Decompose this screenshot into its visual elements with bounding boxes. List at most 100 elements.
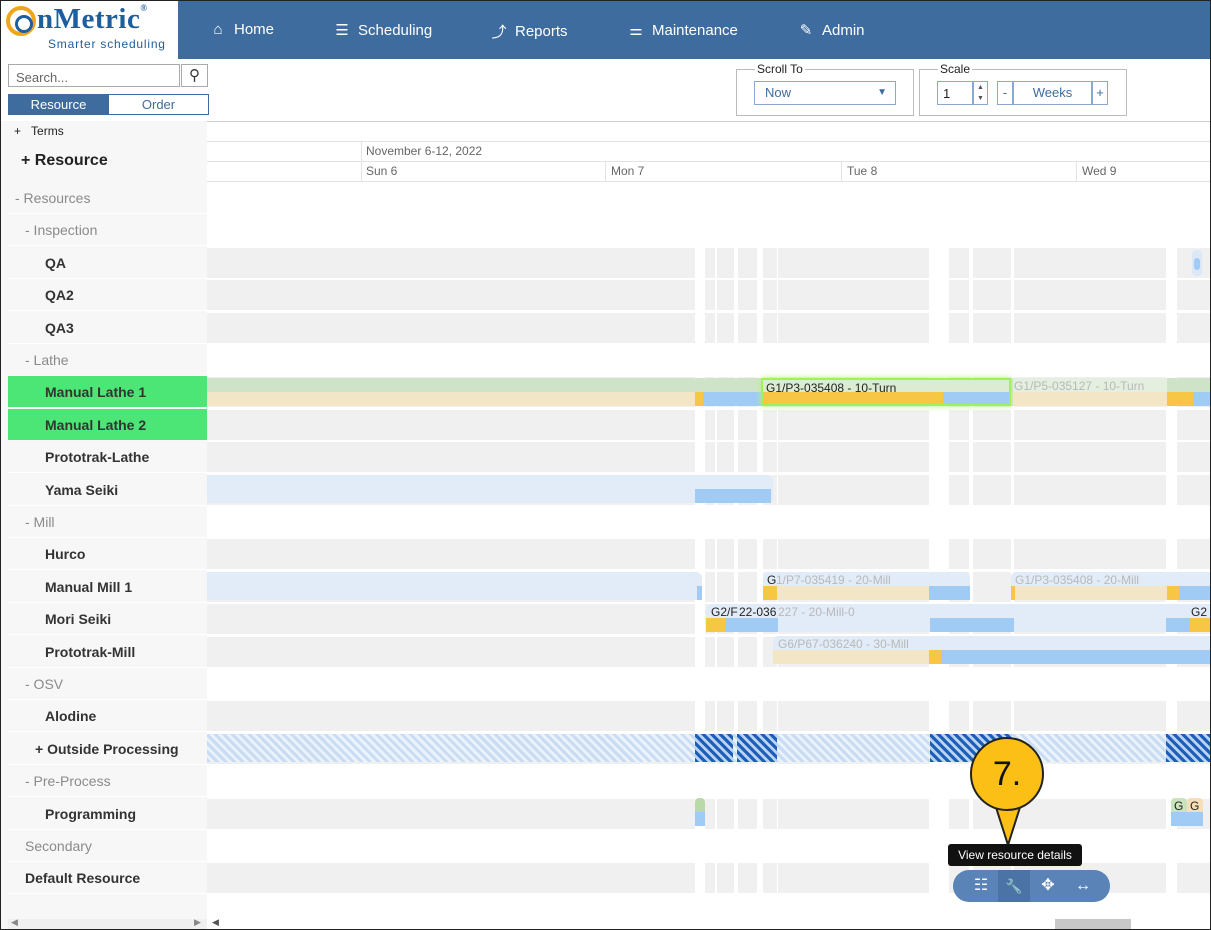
list-details-button[interactable]: ☷: [965, 870, 997, 902]
nav-maintenance-label: Maintenance: [652, 21, 738, 39]
day-tick: [605, 161, 606, 181]
timeline-scrollbar-thumb[interactable]: [1055, 919, 1131, 929]
job-g1-p7-035419-mill[interactable]: G 1/P7-035419 - 20-Mill: [763, 572, 970, 600]
resource-row[interactable]: Manual Lathe 1: [8, 376, 207, 408]
resource-row[interactable]: Yama Seiki: [8, 474, 207, 506]
job-g1-p5-035127-turn[interactable]: G1/P5-035127 - 10-Turn: [1013, 378, 1167, 406]
search-input[interactable]: Search...: [8, 64, 180, 87]
resource-row[interactable]: - Inspection: [8, 214, 207, 246]
resource-row[interactable]: + Outside Processing: [8, 733, 207, 765]
resource-lane: [738, 410, 757, 440]
job-programming-g[interactable]: G: [1171, 798, 1187, 826]
resource-column-header[interactable]: + Resource: [21, 152, 108, 170]
job-bar[interactable]: [1192, 250, 1202, 276]
move-button[interactable]: ✥: [1032, 870, 1064, 902]
search-button[interactable]: ⚲: [181, 64, 208, 87]
resource-lane: [738, 442, 757, 472]
resource-lane: [1014, 410, 1166, 440]
nav-reports-label: Reports: [515, 23, 568, 40]
resource-lane: [1177, 701, 1210, 731]
resource-lane: [717, 863, 734, 893]
resource-row[interactable]: - OSV: [8, 668, 207, 700]
nav-admin-label: Admin: [822, 21, 865, 39]
job-g1-p3-035408-mill[interactable]: G1/P3-035408 - 20-Mill: [1011, 572, 1210, 600]
resource-row[interactable]: Programming: [8, 798, 207, 830]
resource-row[interactable]: Hurco: [8, 538, 207, 570]
terms-toggle[interactable]: + Terms: [14, 124, 64, 138]
scroll-to-select[interactable]: Now ▼: [754, 81, 896, 105]
resource-row[interactable]: QA3: [8, 312, 207, 344]
job-progress-segment: [706, 618, 726, 632]
job-bar-segment: [1193, 392, 1210, 406]
nav-scheduling[interactable]: ☰ Scheduling: [333, 21, 432, 40]
tab-resource[interactable]: Resource: [8, 94, 109, 115]
job-yama-seiki[interactable]: [207, 475, 773, 503]
nav-admin[interactable]: ✎ Admin: [797, 21, 865, 40]
resource-lane: [1014, 313, 1166, 343]
scale-number-input[interactable]: 1: [937, 81, 973, 105]
resource-row[interactable]: Default Resource: [8, 862, 207, 894]
week-tick: [361, 141, 362, 181]
resource-row[interactable]: Manual Lathe 2: [8, 409, 207, 441]
resource-lane: [738, 313, 757, 343]
nav-reports[interactable]: ⤴ Reports: [490, 21, 568, 42]
resource-row[interactable]: QA2: [8, 279, 207, 311]
resource-row[interactable]: - Resources: [8, 182, 207, 214]
resource-lane: [738, 280, 757, 310]
scroll-right-icon[interactable]: ▶: [194, 917, 201, 928]
job-bar[interactable]: [695, 798, 705, 826]
resource-row[interactable]: Prototrak-Lathe: [8, 441, 207, 473]
resource-row[interactable]: Secondary: [8, 830, 207, 862]
resource-lane: [949, 799, 969, 829]
job-bar[interactable]: [207, 572, 702, 600]
job-label: 1/P7-035419 - 20-Mill: [776, 573, 891, 587]
resource-row[interactable]: Manual Mill 1: [8, 571, 207, 603]
job-progress-segment: [697, 586, 702, 600]
resource-lane: [973, 442, 1011, 472]
resource-lane: [778, 442, 929, 472]
step-callout-badge: 7.: [970, 737, 1044, 811]
reports-chart-icon: ⤴: [491, 24, 507, 41]
resource-row[interactable]: Prototrak-Mill: [8, 636, 207, 668]
scale-spinner[interactable]: ▲ ▼: [973, 81, 988, 105]
resource-lane: [778, 313, 929, 343]
resource-lane: [705, 442, 715, 472]
resource-row[interactable]: - Pre-Process: [8, 765, 207, 797]
resource-lane: [763, 701, 777, 731]
scale-plus-button[interactable]: +: [1092, 81, 1108, 105]
resource-row[interactable]: Alodine: [8, 700, 207, 732]
resource-lane: [705, 280, 715, 310]
job-progress-segment: [1015, 586, 1167, 600]
resource-lane: [207, 604, 695, 634]
nav-home[interactable]: ⌂ Home: [209, 21, 274, 38]
resource-row[interactable]: - Lathe: [8, 344, 207, 376]
job-mori-seiki-mill[interactable]: G2/F 22-036 227 - 20-Mill-0 G2: [706, 604, 1210, 632]
spinner-up-icon: ▲: [977, 84, 984, 91]
left-scrollbar[interactable]: [8, 919, 207, 929]
tab-order[interactable]: Order: [108, 94, 209, 115]
resource-row[interactable]: Mori Seiki: [8, 603, 207, 635]
job-bar[interactable]: [207, 392, 695, 406]
resource-lane: [763, 410, 777, 440]
view-resource-details-button[interactable]: 🔧: [998, 870, 1030, 902]
job-g6-p67-036240-mill[interactable]: G6/P67-036240 - 30-Mill: [773, 636, 1210, 664]
app-window: nMetric® Smarter scheduling ⌂ Home ☰ Sch…: [0, 0, 1211, 930]
scale-minus-button[interactable]: -: [997, 81, 1013, 105]
nmetric-logo[interactable]: nMetric® Smarter scheduling: [1, 1, 178, 59]
resource-lane: [207, 863, 695, 893]
nav-maintenance[interactable]: ⚌ Maintenance: [627, 21, 738, 40]
job-progress-segment: [1166, 618, 1190, 632]
job-label: G2/F: [711, 605, 738, 619]
resize-button[interactable]: ↔: [1067, 870, 1099, 902]
resource-lane: [1177, 280, 1210, 310]
job-progress-segment: [941, 650, 1210, 664]
resource-row[interactable]: QA: [8, 247, 207, 279]
resource-lane: [717, 539, 734, 569]
job-g1-p3-035408-turn[interactable]: G1/P3-035408 - 10-Turn: [761, 378, 1011, 406]
scale-unit-select[interactable]: Weeks: [1013, 81, 1092, 105]
timeline-scroll-left-icon[interactable]: ◀: [212, 917, 219, 928]
resource-row[interactable]: - Mill: [8, 506, 207, 538]
top-navigation-bar: nMetric® Smarter scheduling ⌂ Home ☰ Sch…: [1, 1, 1210, 59]
job-programming-g[interactable]: G: [1187, 798, 1203, 826]
scroll-left-icon[interactable]: ◀: [11, 917, 18, 928]
